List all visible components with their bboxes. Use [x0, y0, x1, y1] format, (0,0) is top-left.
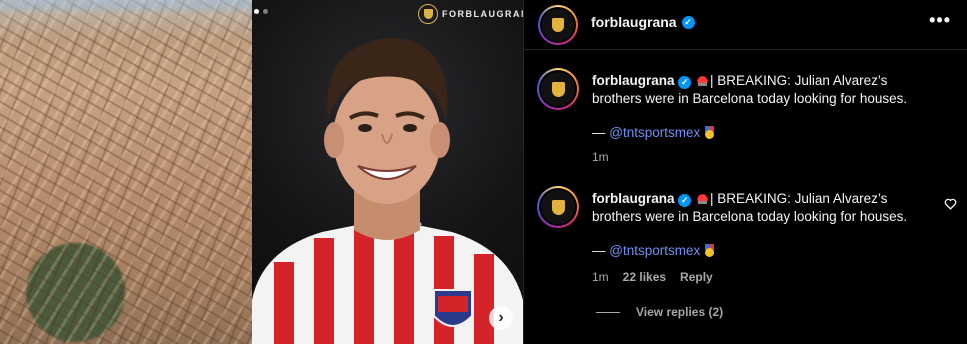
medal-emoji — [704, 126, 715, 139]
comment: forblaugrana ✓ | BREAKING: Julian Alvare… — [524, 186, 967, 326]
watermark-text: FORBLAUGRANA — [442, 9, 523, 19]
mention-link[interactable]: @tntsportsmex — [609, 125, 700, 140]
city-aerial-photo — [0, 0, 252, 344]
timestamp[interactable]: 1m — [592, 150, 609, 164]
avatar[interactable] — [538, 5, 578, 45]
verified-badge-icon: ✓ — [678, 76, 692, 89]
avatar[interactable] — [537, 186, 579, 228]
comment-meta: 1m — [592, 150, 609, 164]
post-media[interactable]: FORBLAUGRANA › — [0, 0, 523, 344]
comment-text: forblaugrana ✓ | BREAKING: Julian Alvare… — [592, 190, 937, 226]
comment-username[interactable]: forblaugrana — [592, 73, 675, 88]
reply-button[interactable]: Reply — [680, 270, 713, 284]
view-replies-label: View replies (2) — [636, 305, 724, 319]
mention-link[interactable]: @tntsportsmex — [609, 243, 700, 258]
timestamp[interactable]: 1m — [592, 270, 609, 284]
verified-badge-icon: ✓ — [678, 194, 692, 207]
verified-badge-icon: ✓ — [681, 15, 695, 29]
medal-emoji — [704, 244, 715, 257]
crest-icon — [418, 4, 438, 24]
header-username[interactable]: forblaugrana ✓ — [591, 14, 695, 30]
chevron-right-icon: › — [498, 309, 504, 326]
likes-count[interactable]: 22 likes — [623, 270, 666, 284]
comment-username[interactable]: forblaugrana — [592, 191, 675, 206]
carousel-next-button[interactable]: › — [489, 306, 513, 330]
post-header: forblaugrana ✓ ••• — [524, 0, 967, 50]
watermark: FORBLAUGRANA — [418, 4, 523, 24]
more-options-icon[interactable]: ••• — [929, 10, 951, 31]
replies-divider — [596, 311, 620, 313]
source-line: — @tntsportsmex — [592, 125, 715, 140]
comment-meta: 1m 22 likes Reply — [592, 270, 713, 284]
carousel-dot — [263, 9, 268, 14]
view-replies-button[interactable]: View replies (2) — [596, 305, 723, 319]
comment-text: forblaugrana ✓ | BREAKING: Julian Alvare… — [592, 72, 937, 108]
avatar[interactable] — [537, 68, 579, 110]
crest-icon — [551, 199, 565, 215]
player-photo — [252, 0, 523, 344]
siren-emoji — [696, 192, 710, 204]
carousel-indicator — [254, 9, 268, 14]
carousel-dot-active — [254, 9, 259, 14]
username[interactable]: forblaugrana — [591, 14, 677, 30]
source-line: — @tntsportsmex — [592, 243, 715, 258]
crest-icon — [551, 81, 565, 97]
caption-comment: forblaugrana ✓ | BREAKING: Julian Alvare… — [524, 68, 967, 178]
crest-icon — [552, 18, 564, 32]
heart-outline-icon[interactable] — [944, 198, 957, 210]
siren-emoji — [696, 74, 710, 86]
comments-panel: forblaugrana ✓ ••• forblaugrana ✓ | BREA… — [523, 0, 967, 344]
